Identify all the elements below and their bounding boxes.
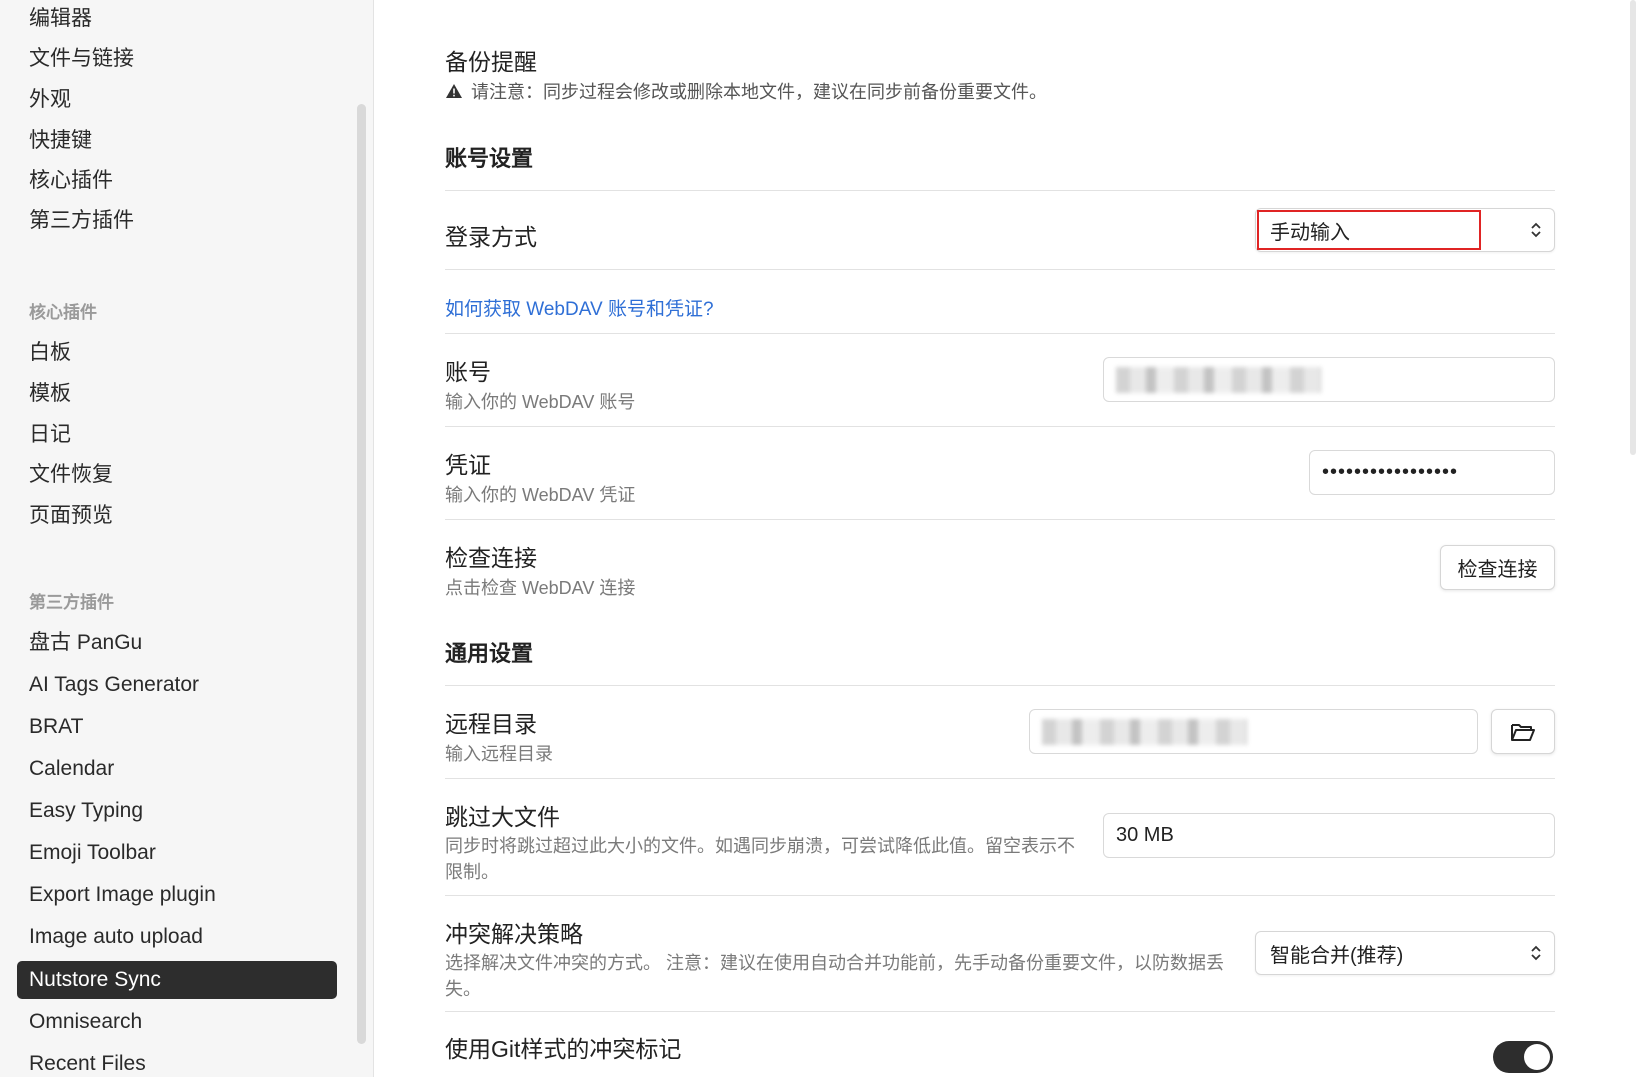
- divider: [445, 426, 1555, 427]
- sidebar-item-files-links[interactable]: 文件与链接: [17, 40, 337, 78]
- sidebar-item-export-image[interactable]: Export Image plugin: [17, 876, 337, 914]
- remote-directory-description: 输入远程目录: [445, 744, 553, 764]
- sidebar-item-daily-notes[interactable]: 日记: [17, 416, 337, 454]
- credential-masked-value: •••••••••••••••••: [1322, 461, 1459, 483]
- check-connection-button[interactable]: 检查连接: [1440, 545, 1555, 590]
- credential-password-input[interactable]: •••••••••••••••••: [1309, 450, 1555, 495]
- divider: [445, 333, 1555, 334]
- sidebar-item-appearance[interactable]: 外观: [17, 81, 337, 119]
- webdav-help-link[interactable]: 如何获取 WebDAV 账号和凭证?: [445, 294, 714, 321]
- sidebar-item-community-plugins[interactable]: 第三方插件: [17, 202, 337, 240]
- account-label: 账号: [445, 359, 491, 385]
- redacted-remote-directory: [1042, 718, 1247, 745]
- sidebar-item-brat[interactable]: BRAT: [17, 708, 337, 746]
- divider: [445, 269, 1555, 270]
- divider: [445, 190, 1555, 191]
- chevron-updown-icon: [1531, 945, 1541, 961]
- skip-large-files-label: 跳过大文件: [445, 804, 560, 830]
- chevron-updown-icon: [1531, 222, 1541, 238]
- sidebar-item-easy-typing[interactable]: Easy Typing: [17, 792, 337, 830]
- git-conflict-markers-label: 使用Git样式的冲突标记: [445, 1036, 682, 1062]
- browse-folder-button[interactable]: [1491, 709, 1555, 754]
- conflict-desc-line-1: 选择解决文件冲突的方式。 注意：建议在使用自动合并功能前，先手动备份重要文件，以…: [445, 953, 1224, 973]
- general-section-title: 通用设置: [445, 641, 534, 666]
- sidebar-item-file-recovery[interactable]: 文件恢复: [17, 456, 337, 494]
- warning-icon: [446, 84, 462, 98]
- login-method-label: 登录方式: [445, 224, 537, 250]
- divider: [445, 1011, 1555, 1012]
- folder-open-icon: [1511, 723, 1535, 741]
- backup-title: 备份提醒: [445, 49, 537, 75]
- third-party-plugins-heading: 第三方插件: [29, 593, 114, 612]
- sidebar-item-image-auto-upload[interactable]: Image auto upload: [17, 918, 337, 956]
- annotation-highlight-box: [1257, 210, 1481, 250]
- sidebar-item-ai-tags-generator[interactable]: AI Tags Generator: [17, 666, 337, 704]
- conflict-strategy-description: 选择解决文件冲突的方式。 注意：建议在使用自动合并功能前，先手动备份重要文件，以…: [445, 949, 1235, 1001]
- conflict-strategy-select[interactable]: 智能合并(推荐): [1255, 931, 1555, 975]
- conflict-strategy-label: 冲突解决策略: [445, 921, 583, 947]
- sidebar-item-omnisearch[interactable]: Omnisearch: [17, 1003, 337, 1041]
- sidebar-item-canvas[interactable]: 白板: [17, 334, 337, 372]
- account-description: 输入你的 WebDAV 账号: [445, 392, 636, 412]
- toggle-knob: [1524, 1044, 1550, 1070]
- conflict-desc-line-2: 失。: [445, 979, 481, 999]
- credential-description: 输入你的 WebDAV 凭证: [445, 485, 636, 505]
- skip-desc-line-2: 限制。: [445, 862, 499, 882]
- skip-large-files-input[interactable]: 30 MB: [1103, 813, 1555, 858]
- sidebar-item-recent-files[interactable]: Recent Files: [17, 1045, 337, 1077]
- skip-desc-line-1: 同步时将跳过超过此大小的文件。如遇同步崩溃，可尝试降低此值。留空表示不: [445, 836, 1075, 856]
- account-input[interactable]: [1103, 357, 1555, 402]
- sidebar-item-hotkeys[interactable]: 快捷键: [17, 122, 337, 160]
- sidebar-item-page-preview[interactable]: 页面预览: [17, 497, 337, 535]
- git-conflict-markers-toggle[interactable]: [1493, 1041, 1553, 1073]
- divider: [445, 519, 1555, 520]
- credential-label: 凭证: [445, 452, 491, 478]
- account-section-title: 账号设置: [445, 146, 534, 171]
- sidebar-item-templates[interactable]: 模板: [17, 375, 337, 413]
- sidebar-item-calendar[interactable]: Calendar: [17, 750, 337, 788]
- divider: [445, 895, 1555, 896]
- sidebar-item-core-plugins[interactable]: 核心插件: [17, 162, 337, 200]
- backup-warning: 请注意：同步过程会修改或删除本地文件，建议在同步前备份重要文件。: [445, 78, 1047, 104]
- backup-warning-text: 请注意：同步过程会修改或删除本地文件，建议在同步前备份重要文件。: [471, 82, 1047, 102]
- remote-directory-label: 远程目录: [445, 711, 537, 737]
- check-connection-label: 检查连接: [445, 545, 537, 571]
- page-scrollbar[interactable]: [1630, 0, 1636, 455]
- sidebar-item-emoji-toolbar[interactable]: Emoji Toolbar: [17, 834, 337, 872]
- sidebar-scrollbar[interactable]: [357, 104, 366, 1044]
- divider: [445, 778, 1555, 779]
- sidebar-item-editor[interactable]: 编辑器: [17, 0, 337, 38]
- check-connection-description: 点击检查 WebDAV 连接: [445, 578, 636, 598]
- sidebar-item-nutstore-sync[interactable]: Nutstore Sync: [17, 961, 337, 999]
- remote-directory-input[interactable]: [1029, 709, 1478, 754]
- divider: [445, 685, 1555, 686]
- skip-large-files-description: 同步时将跳过超过此大小的文件。如遇同步崩溃，可尝试降低此值。留空表示不 限制。: [445, 832, 1085, 884]
- skip-large-files-value: 30 MB: [1116, 824, 1174, 846]
- core-plugins-heading: 核心插件: [29, 303, 97, 322]
- conflict-strategy-value: 智能合并(推荐): [1270, 944, 1404, 967]
- settings-sidebar: 编辑器 文件与链接 外观 快捷键 核心插件 第三方插件 核心插件 白板 模板 日…: [0, 0, 374, 1077]
- redacted-account-value: [1116, 366, 1321, 393]
- sidebar-item-pangu[interactable]: 盘古 PanGu: [17, 624, 337, 662]
